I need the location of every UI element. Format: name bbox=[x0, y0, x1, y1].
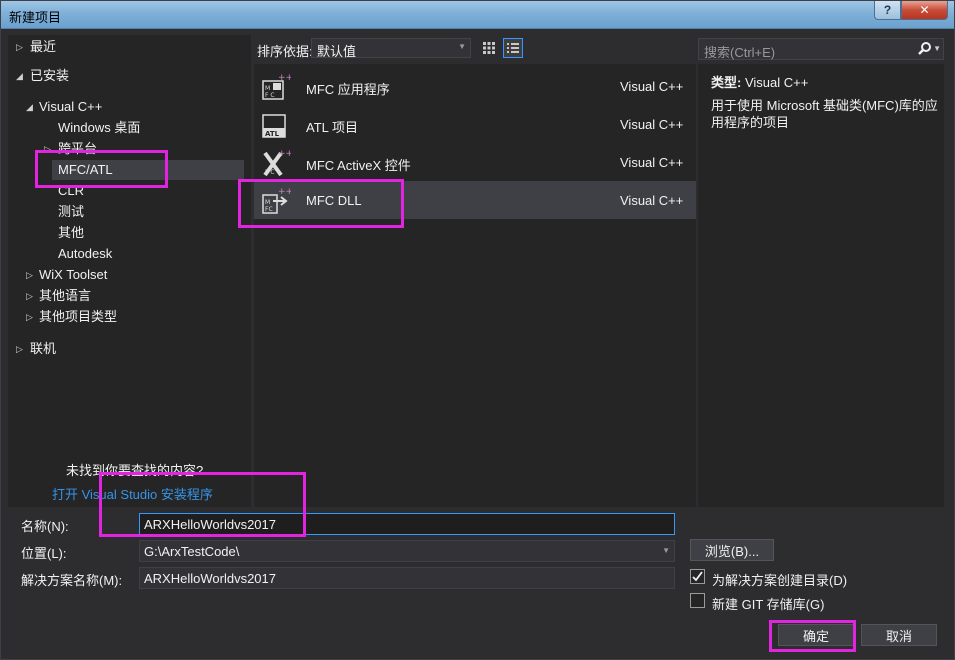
template-language: Visual C++ bbox=[620, 155, 684, 170]
browse-button[interactable]: 浏览(B)... bbox=[690, 539, 774, 561]
tree-item-label: 最近 bbox=[30, 39, 57, 54]
tree-item-label: 联机 bbox=[30, 341, 57, 356]
template-name: ATL 项目 bbox=[306, 120, 359, 135]
template-row[interactable]: ATL ATL 项目 Visual C++ bbox=[254, 105, 696, 143]
location-value: G:\ArxTestCode\ bbox=[144, 544, 240, 559]
highlight-mfc-atl bbox=[35, 150, 168, 188]
svg-text:ATL: ATL bbox=[265, 130, 280, 138]
svg-text:F C: F C bbox=[265, 92, 275, 99]
grid-view-icon bbox=[483, 42, 495, 54]
git-repo-checkbox[interactable] bbox=[690, 593, 705, 608]
search-icon bbox=[918, 42, 931, 55]
title-bar: 新建项目 ? ✕ bbox=[1, 1, 954, 29]
list-view-icon bbox=[507, 43, 519, 53]
svg-text:++: ++ bbox=[278, 149, 291, 159]
close-button[interactable]: ✕ bbox=[901, 1, 948, 20]
new-project-dialog: 新建项目 ? ✕ ▷ 最近 ◢ 已安装 ◢ Visual C++ Windows… bbox=[0, 0, 955, 660]
tree-item-other-languages[interactable]: ▷ 其他语言 bbox=[24, 286, 244, 306]
template-list: M F C ++ MFC 应用程序 Visual C++ ATL ATL 项目 … bbox=[254, 64, 696, 507]
tree-item-wix-toolset[interactable]: ▷ WiX Toolset bbox=[24, 265, 244, 285]
chevron-down-icon: ▼ bbox=[458, 42, 466, 51]
chevron-down-icon: ▼ bbox=[933, 44, 941, 53]
tree-item-label: 其他项目类型 bbox=[39, 309, 118, 324]
cancel-button[interactable]: 取消 bbox=[861, 624, 937, 646]
tree-item-label: Windows 桌面 bbox=[58, 120, 141, 135]
list-view-button[interactable] bbox=[503, 38, 523, 58]
git-repo-label: 新建 GIT 存储库(G) bbox=[712, 597, 825, 612]
template-tree: ▷ 最近 ◢ 已安装 ◢ Visual C++ Windows 桌面 ▷ 跨平台… bbox=[8, 35, 251, 507]
template-description: 用于使用 Microsoft 基础类(MFC)库的应用程序的项目 bbox=[711, 98, 938, 130]
tree-item-label: 其他 bbox=[58, 225, 85, 240]
tree-item-installed[interactable]: ◢ 已安装 bbox=[14, 66, 244, 86]
tree-item-other[interactable]: 其他 bbox=[58, 223, 244, 243]
tree-item-recent[interactable]: ▷ 最近 bbox=[14, 37, 244, 57]
search-box[interactable]: 搜索(Ctrl+E) ▼ bbox=[698, 38, 944, 60]
highlight-mfc-dll bbox=[238, 179, 404, 228]
checkmark-icon bbox=[692, 571, 703, 582]
sort-select[interactable]: 默认值 ▼ bbox=[311, 38, 471, 59]
sort-bar: 排序依据: 默认值 ▼ bbox=[255, 38, 695, 60]
help-button[interactable]: ? bbox=[874, 1, 901, 20]
svg-text:++: ++ bbox=[278, 73, 291, 83]
search-placeholder: 搜索(Ctrl+E) bbox=[704, 45, 776, 60]
template-type: 类型: Visual C++ bbox=[711, 72, 808, 91]
expand-icon: ▷ bbox=[26, 291, 33, 301]
template-details: 类型: Visual C++ 用于使用 Microsoft 基础类(MFC)库的… bbox=[698, 64, 944, 507]
window-title: 新建项目 bbox=[9, 10, 62, 25]
tree-item-test[interactable]: 测试 bbox=[58, 202, 244, 222]
sort-value: 默认值 bbox=[317, 44, 357, 59]
expand-icon: ▷ bbox=[26, 312, 33, 322]
template-name: MFC 应用程序 bbox=[306, 82, 390, 97]
highlight-name-field bbox=[99, 472, 306, 537]
tree-item-other-project-types[interactable]: ▷ 其他项目类型 bbox=[24, 307, 244, 327]
tree-item-label: 已安装 bbox=[30, 68, 70, 83]
template-language: Visual C++ bbox=[620, 79, 684, 94]
grid-view-button[interactable] bbox=[479, 38, 499, 58]
template-language: Visual C++ bbox=[620, 193, 684, 208]
expand-icon: ▷ bbox=[16, 42, 23, 52]
tree-item-label: WiX Toolset bbox=[39, 267, 108, 282]
collapse-icon: ◢ bbox=[16, 71, 23, 81]
atl-project-icon: ATL bbox=[262, 114, 286, 138]
svg-text:M: M bbox=[265, 85, 270, 92]
tree-item-visual-cpp[interactable]: ◢ Visual C++ bbox=[24, 97, 244, 117]
tree-item-label: Autodesk bbox=[58, 246, 113, 261]
sort-label: 排序依据: bbox=[257, 44, 313, 59]
expand-icon: ▷ bbox=[16, 344, 23, 354]
type-label: 类型: bbox=[711, 75, 742, 90]
type-value: Visual C++ bbox=[744, 75, 809, 90]
template-row[interactable]: M F C ++ MFC 应用程序 Visual C++ bbox=[254, 67, 696, 105]
solution-name-value: ARXHelloWorldvs2017 bbox=[144, 571, 276, 586]
location-combo[interactable]: G:\ArxTestCode\ ▼ bbox=[139, 540, 675, 562]
name-label: 名称(N): bbox=[21, 519, 69, 534]
solution-name-label: 解决方案名称(M): bbox=[21, 573, 123, 588]
tree-item-online[interactable]: ▷ 联机 bbox=[14, 339, 244, 359]
location-label: 位置(L): bbox=[21, 546, 67, 561]
solution-name-input[interactable]: ARXHelloWorldvs2017 bbox=[139, 567, 675, 589]
tree-item-label: 测试 bbox=[58, 204, 85, 219]
collapse-icon: ◢ bbox=[26, 102, 33, 112]
template-row[interactable]: F C ++ MFC ActiveX 控件 Visual C++ bbox=[254, 143, 696, 181]
tree-item-label: 其他语言 bbox=[39, 288, 92, 303]
chevron-down-icon: ▼ bbox=[662, 546, 670, 555]
create-directory-label: 为解决方案创建目录(D) bbox=[712, 573, 848, 588]
tree-item-windows-desktop[interactable]: Windows 桌面 bbox=[58, 118, 244, 138]
tree-item-autodesk[interactable]: Autodesk bbox=[58, 244, 244, 264]
create-directory-checkbox[interactable] bbox=[690, 569, 705, 584]
highlight-ok-button bbox=[769, 620, 856, 652]
template-name: MFC ActiveX 控件 bbox=[306, 158, 411, 173]
template-language: Visual C++ bbox=[620, 117, 684, 132]
svg-text:F C: F C bbox=[265, 169, 275, 176]
expand-icon: ▷ bbox=[26, 270, 33, 280]
tree-item-label: Visual C++ bbox=[39, 99, 103, 114]
mfc-activex-icon: F C ++ bbox=[263, 149, 291, 177]
mfc-app-icon: M F C ++ bbox=[262, 73, 291, 100]
